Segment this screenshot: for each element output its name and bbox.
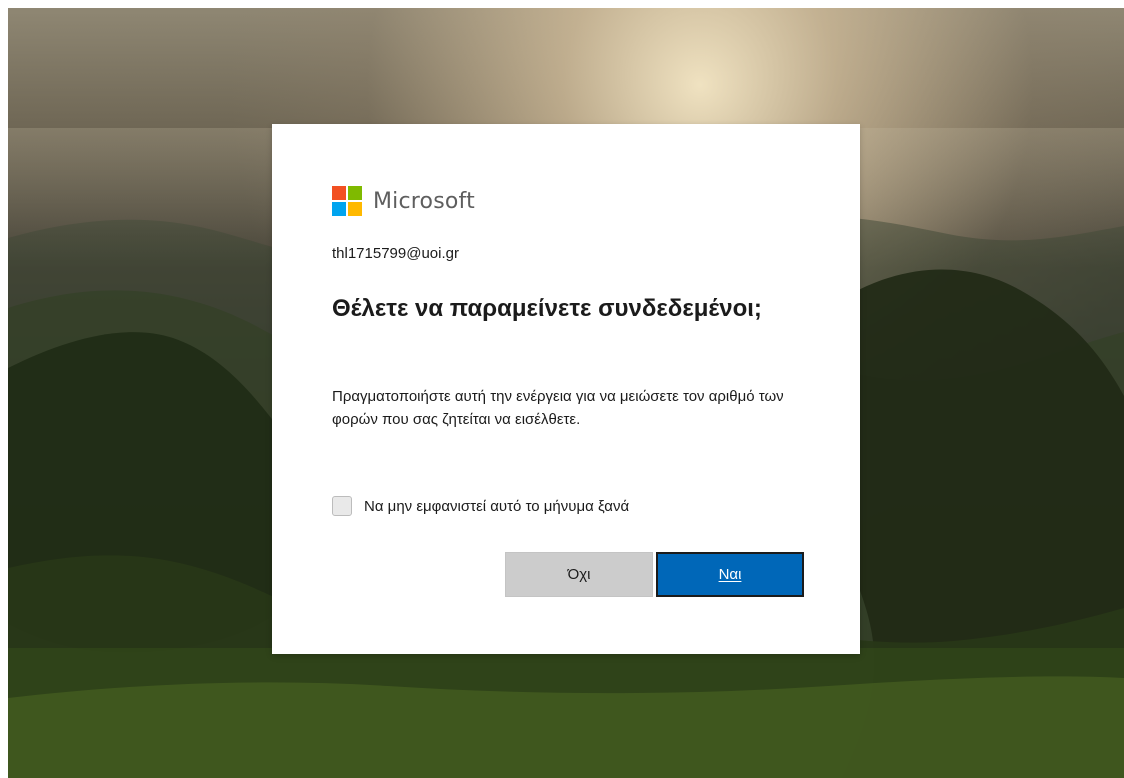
brand-name: Microsoft [373,188,475,214]
logo-square-yellow [348,202,362,216]
dont-show-again-option[interactable]: Να μην εμφανιστεί αυτό το μήνυμα ξανά [332,496,629,516]
logo-square-blue [332,202,346,216]
yes-button[interactable]: Ναι [656,552,804,597]
microsoft-logo-icon [332,186,362,216]
dialog-description: Πραγματοποιήστε αυτή την ενέργεια για να… [332,388,784,428]
dialog-title: Θέλετε να παραμείνετε συνδεδεμένοι; [332,295,762,322]
logo-square-green [348,186,362,200]
stay-signed-in-dialog: Microsoft thl1715799@uoi.gr Θέλετε να πα… [272,124,860,654]
microsoft-logo: Microsoft [332,186,475,216]
logo-square-red [332,186,346,200]
account-email: thl1715799@uoi.gr [332,245,459,262]
dont-show-again-checkbox[interactable] [332,496,352,516]
dont-show-again-label: Να μην εμφανιστεί αυτό το μήνυμα ξανά [364,497,630,515]
sign-in-page: Microsoft thl1715799@uoi.gr Θέλετε να πα… [0,0,1124,778]
no-button[interactable]: Όχι [505,552,653,597]
